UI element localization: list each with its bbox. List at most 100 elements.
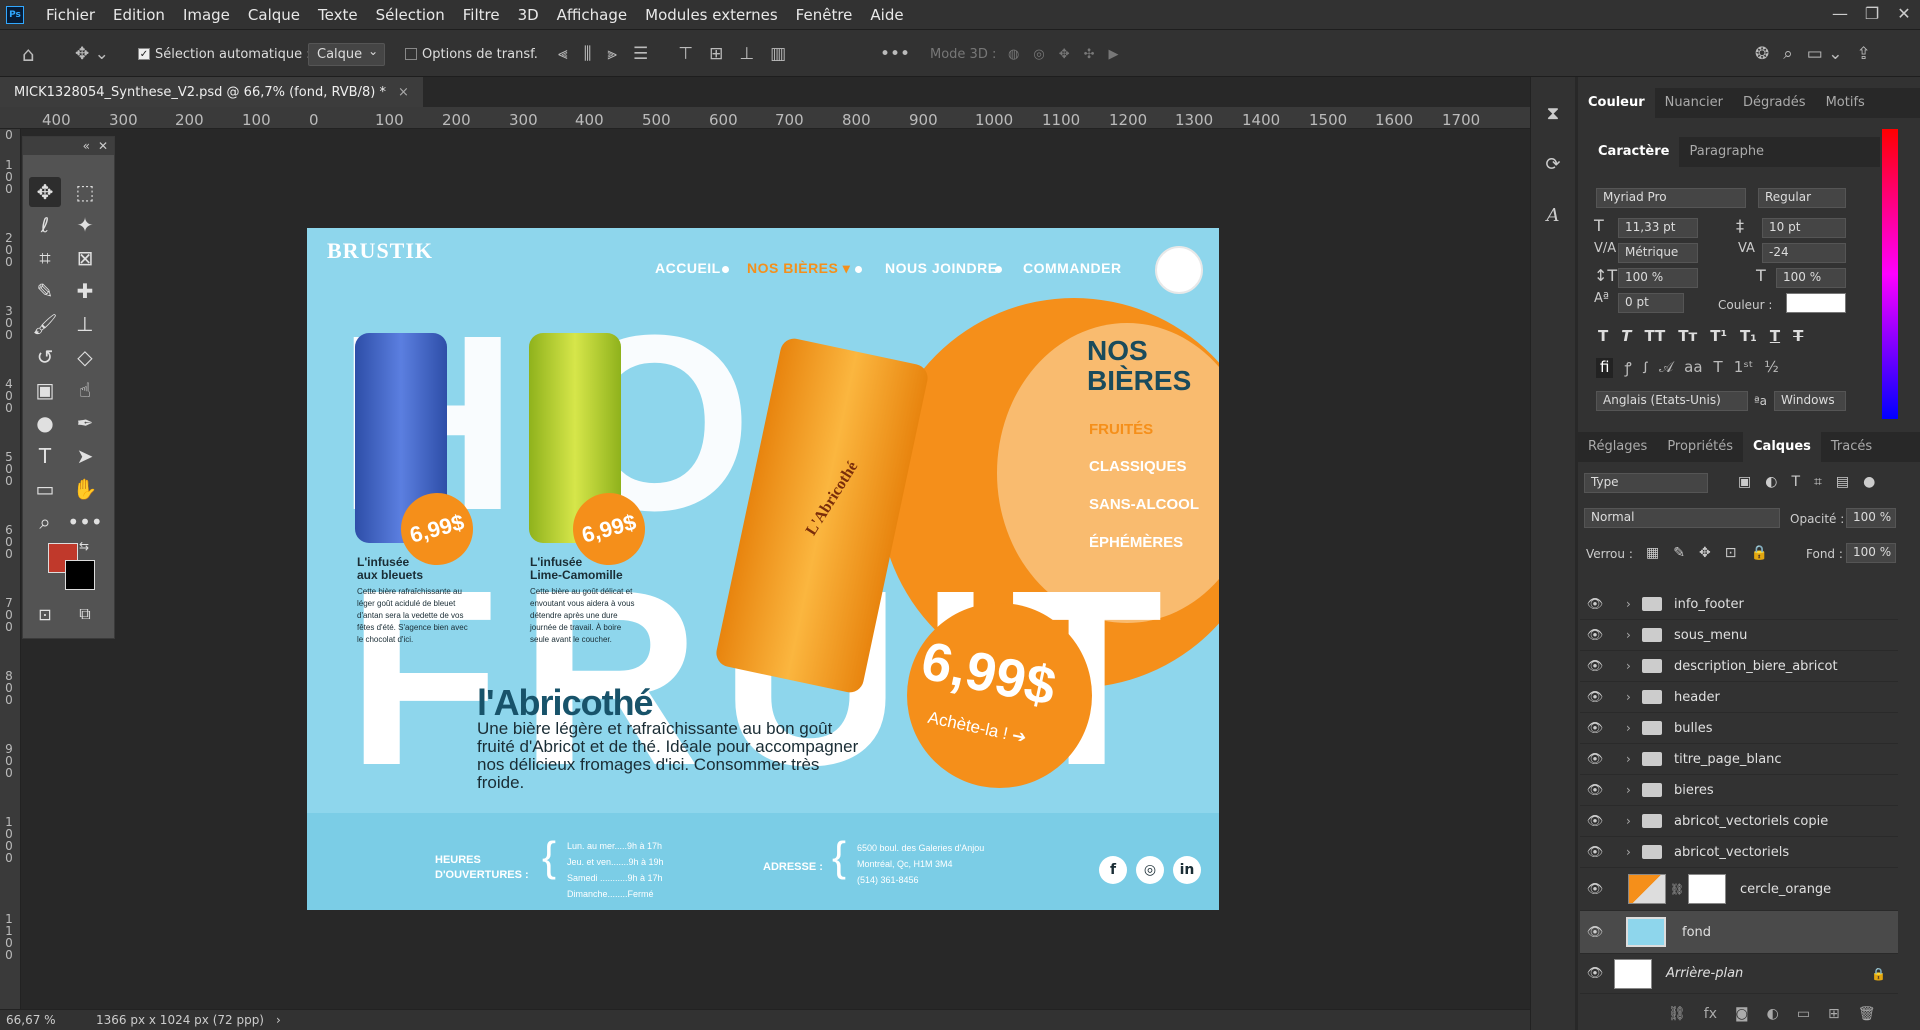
menu-3d[interactable]: 3D [509,6,548,24]
eye-icon[interactable]: 👁 [1580,628,1610,643]
background-color[interactable] [65,560,95,590]
minimize-button[interactable]: — [1824,0,1856,29]
tracking-field[interactable]: -24 [1762,243,1846,263]
rectangle-tool-icon[interactable]: ▭ [29,474,61,504]
menu-modules[interactable]: Modules externes [636,6,787,24]
menu-texte[interactable]: Texte [309,6,367,24]
layer-row-selected[interactable]: 👁 fond [1580,911,1898,954]
document-canvas[interactable]: HO FRUIT BRUSTIK ACCUEIL NOS BIÈRES ▾ NO… [307,228,1219,910]
chevron-right-icon[interactable]: › [1626,597,1642,611]
all-caps-icon[interactable]: TT [1644,327,1665,345]
search-icon[interactable]: ⌕ [1783,44,1793,64]
fx-icon[interactable]: fx [1704,1006,1717,1022]
chevron-right-icon[interactable]: › [1626,845,1642,859]
tab-motifs[interactable]: Motifs [1816,88,1875,118]
hand-tool-icon[interactable]: ✋ [69,474,101,504]
vscale-field[interactable]: 100 % [1618,268,1698,288]
adjustment-icon[interactable]: ◐ [1767,1006,1779,1022]
align-middle-icon[interactable]: ⊞ [709,44,723,64]
pen-tool-icon[interactable]: ✒ [69,408,101,438]
leading-field[interactable]: 10 pt [1762,218,1846,238]
menu-filtre[interactable]: Filtre [454,6,509,24]
tab-paragraphe[interactable]: Paragraphe [1679,137,1774,167]
auto-select-checkbox[interactable]: ✓ Sélection automatique : [138,30,311,78]
magic-wand-icon[interactable]: ✦ [69,210,101,240]
chevron-right-icon[interactable]: › [1626,628,1642,642]
brush-tool-icon[interactable]: 🖌 [29,309,61,339]
tab-calques[interactable]: Calques [1743,432,1821,462]
layer-row[interactable]: 👁 › description_biere_abricot [1580,651,1898,682]
eye-icon[interactable]: 👁 [1580,752,1610,767]
close-button[interactable]: ✕ [1888,0,1920,29]
menu-calque[interactable]: Calque [239,6,309,24]
font-size-field[interactable]: 11,33 pt [1618,218,1698,238]
chevron-right-icon[interactable]: › [1626,752,1642,766]
layer-row[interactable]: 👁 › sous_menu [1580,620,1898,651]
dodge-tool-icon[interactable]: ● [29,408,61,438]
layer-filter-select[interactable]: Type [1584,473,1708,493]
opacity-field[interactable]: 100 % [1846,508,1896,528]
color-spectrum[interactable] [1882,129,1898,419]
fraction-icon[interactable]: ½ [1764,358,1779,378]
ordinals-icon[interactable]: 1ˢᵗ [1734,358,1754,378]
collapse-icon[interactable]: « [83,139,90,153]
healing-brush-icon[interactable]: ✚ [69,276,101,306]
move-tool-icon[interactable]: ✥ [29,177,61,207]
3d-orbit-icon[interactable]: ◍ [1008,47,1019,62]
layer-row[interactable]: 👁 › bieres [1580,775,1898,806]
tab-caractere[interactable]: Caractère [1588,137,1680,167]
superscript-icon[interactable]: T¹ [1710,327,1727,345]
new-group-icon[interactable]: ▭ [1797,1006,1810,1022]
strikethrough-icon[interactable]: T [1793,327,1803,345]
layer-row[interactable]: 👁 ⛓ cercle_orange [1580,868,1898,911]
eye-icon[interactable]: 👁 [1580,690,1610,705]
align-bottom-icon[interactable]: ⊥ [739,44,754,64]
home-icon[interactable]: ⌂ [22,30,35,78]
eye-icon[interactable]: 👁 [1580,845,1610,860]
close-tab-icon[interactable]: × [398,85,409,100]
lock-position-icon[interactable]: ✥ [1699,545,1711,561]
filter-toggle-icon[interactable]: ● [1863,474,1875,490]
link-layers-icon[interactable]: ⛓ [1668,1006,1686,1022]
filter-smart-icon[interactable]: ▤ [1836,474,1849,490]
lock-artboard-icon[interactable]: ⊡ [1725,545,1737,561]
filter-shape-icon[interactable]: ⌗ [1814,474,1822,490]
more-icon[interactable]: ••• [880,30,910,78]
tab-reglages[interactable]: Réglages [1578,432,1657,462]
restore-button[interactable]: ❐ [1856,0,1888,29]
layer-row[interactable]: 👁 › info_footer [1580,589,1898,620]
antialias-select[interactable]: Windows [1774,391,1846,411]
menu-affichage[interactable]: Affichage [548,6,636,24]
frame-tool-icon[interactable]: ⊠ [69,243,101,273]
lock-transparency-icon[interactable]: ▦ [1646,545,1659,561]
close-icon[interactable]: ✕ [98,139,108,153]
marquee-tool-icon[interactable]: ⬚ [69,177,101,207]
chevron-right-icon[interactable]: › [1626,814,1642,828]
lock-all-icon[interactable]: 🔒 [1750,545,1767,561]
underline-icon[interactable]: T [1770,327,1780,345]
tab-degrades[interactable]: Dégradés [1733,88,1816,118]
menu-selection[interactable]: Sélection [367,6,454,24]
properties-panel-icon[interactable]: ⟳ [1540,154,1566,180]
learn-icon[interactable]: ❂ [1755,44,1769,64]
chevron-right-icon[interactable]: › [1626,690,1642,704]
history-brush-icon[interactable]: ↺ [29,342,61,372]
new-layer-icon[interactable]: ⊞ [1828,1006,1840,1022]
more-tools-icon[interactable]: ••• [67,507,102,537]
lasso-tool-icon[interactable]: ℓ [29,210,61,240]
layer-row[interactable]: 👁 › abricot_vectoriels [1580,837,1898,868]
history-panel-icon[interactable]: ⧗ [1540,103,1566,129]
eye-icon[interactable]: 👁 [1580,659,1610,674]
menu-image[interactable]: Image [174,6,239,24]
add-mask-icon[interactable]: ◙ [1735,1006,1749,1022]
discretionary-ligature-icon[interactable]: ꝭ [1624,358,1631,378]
layer-row[interactable]: 👁 Arrière-plan 🔒 [1580,954,1898,994]
eye-icon[interactable]: 👁 [1580,966,1610,981]
auto-select-dropdown[interactable]: Calque [308,42,386,66]
menu-edition[interactable]: Edition [104,6,174,24]
align-right-icon[interactable]: ⫸ [607,44,617,64]
menu-fenetre[interactable]: Fenêtre [787,6,862,24]
distribute-icon[interactable]: ☰ [633,44,648,64]
3d-camera-icon[interactable]: ▶ [1109,47,1119,62]
align-left-icon[interactable]: ⫷ [558,44,568,64]
